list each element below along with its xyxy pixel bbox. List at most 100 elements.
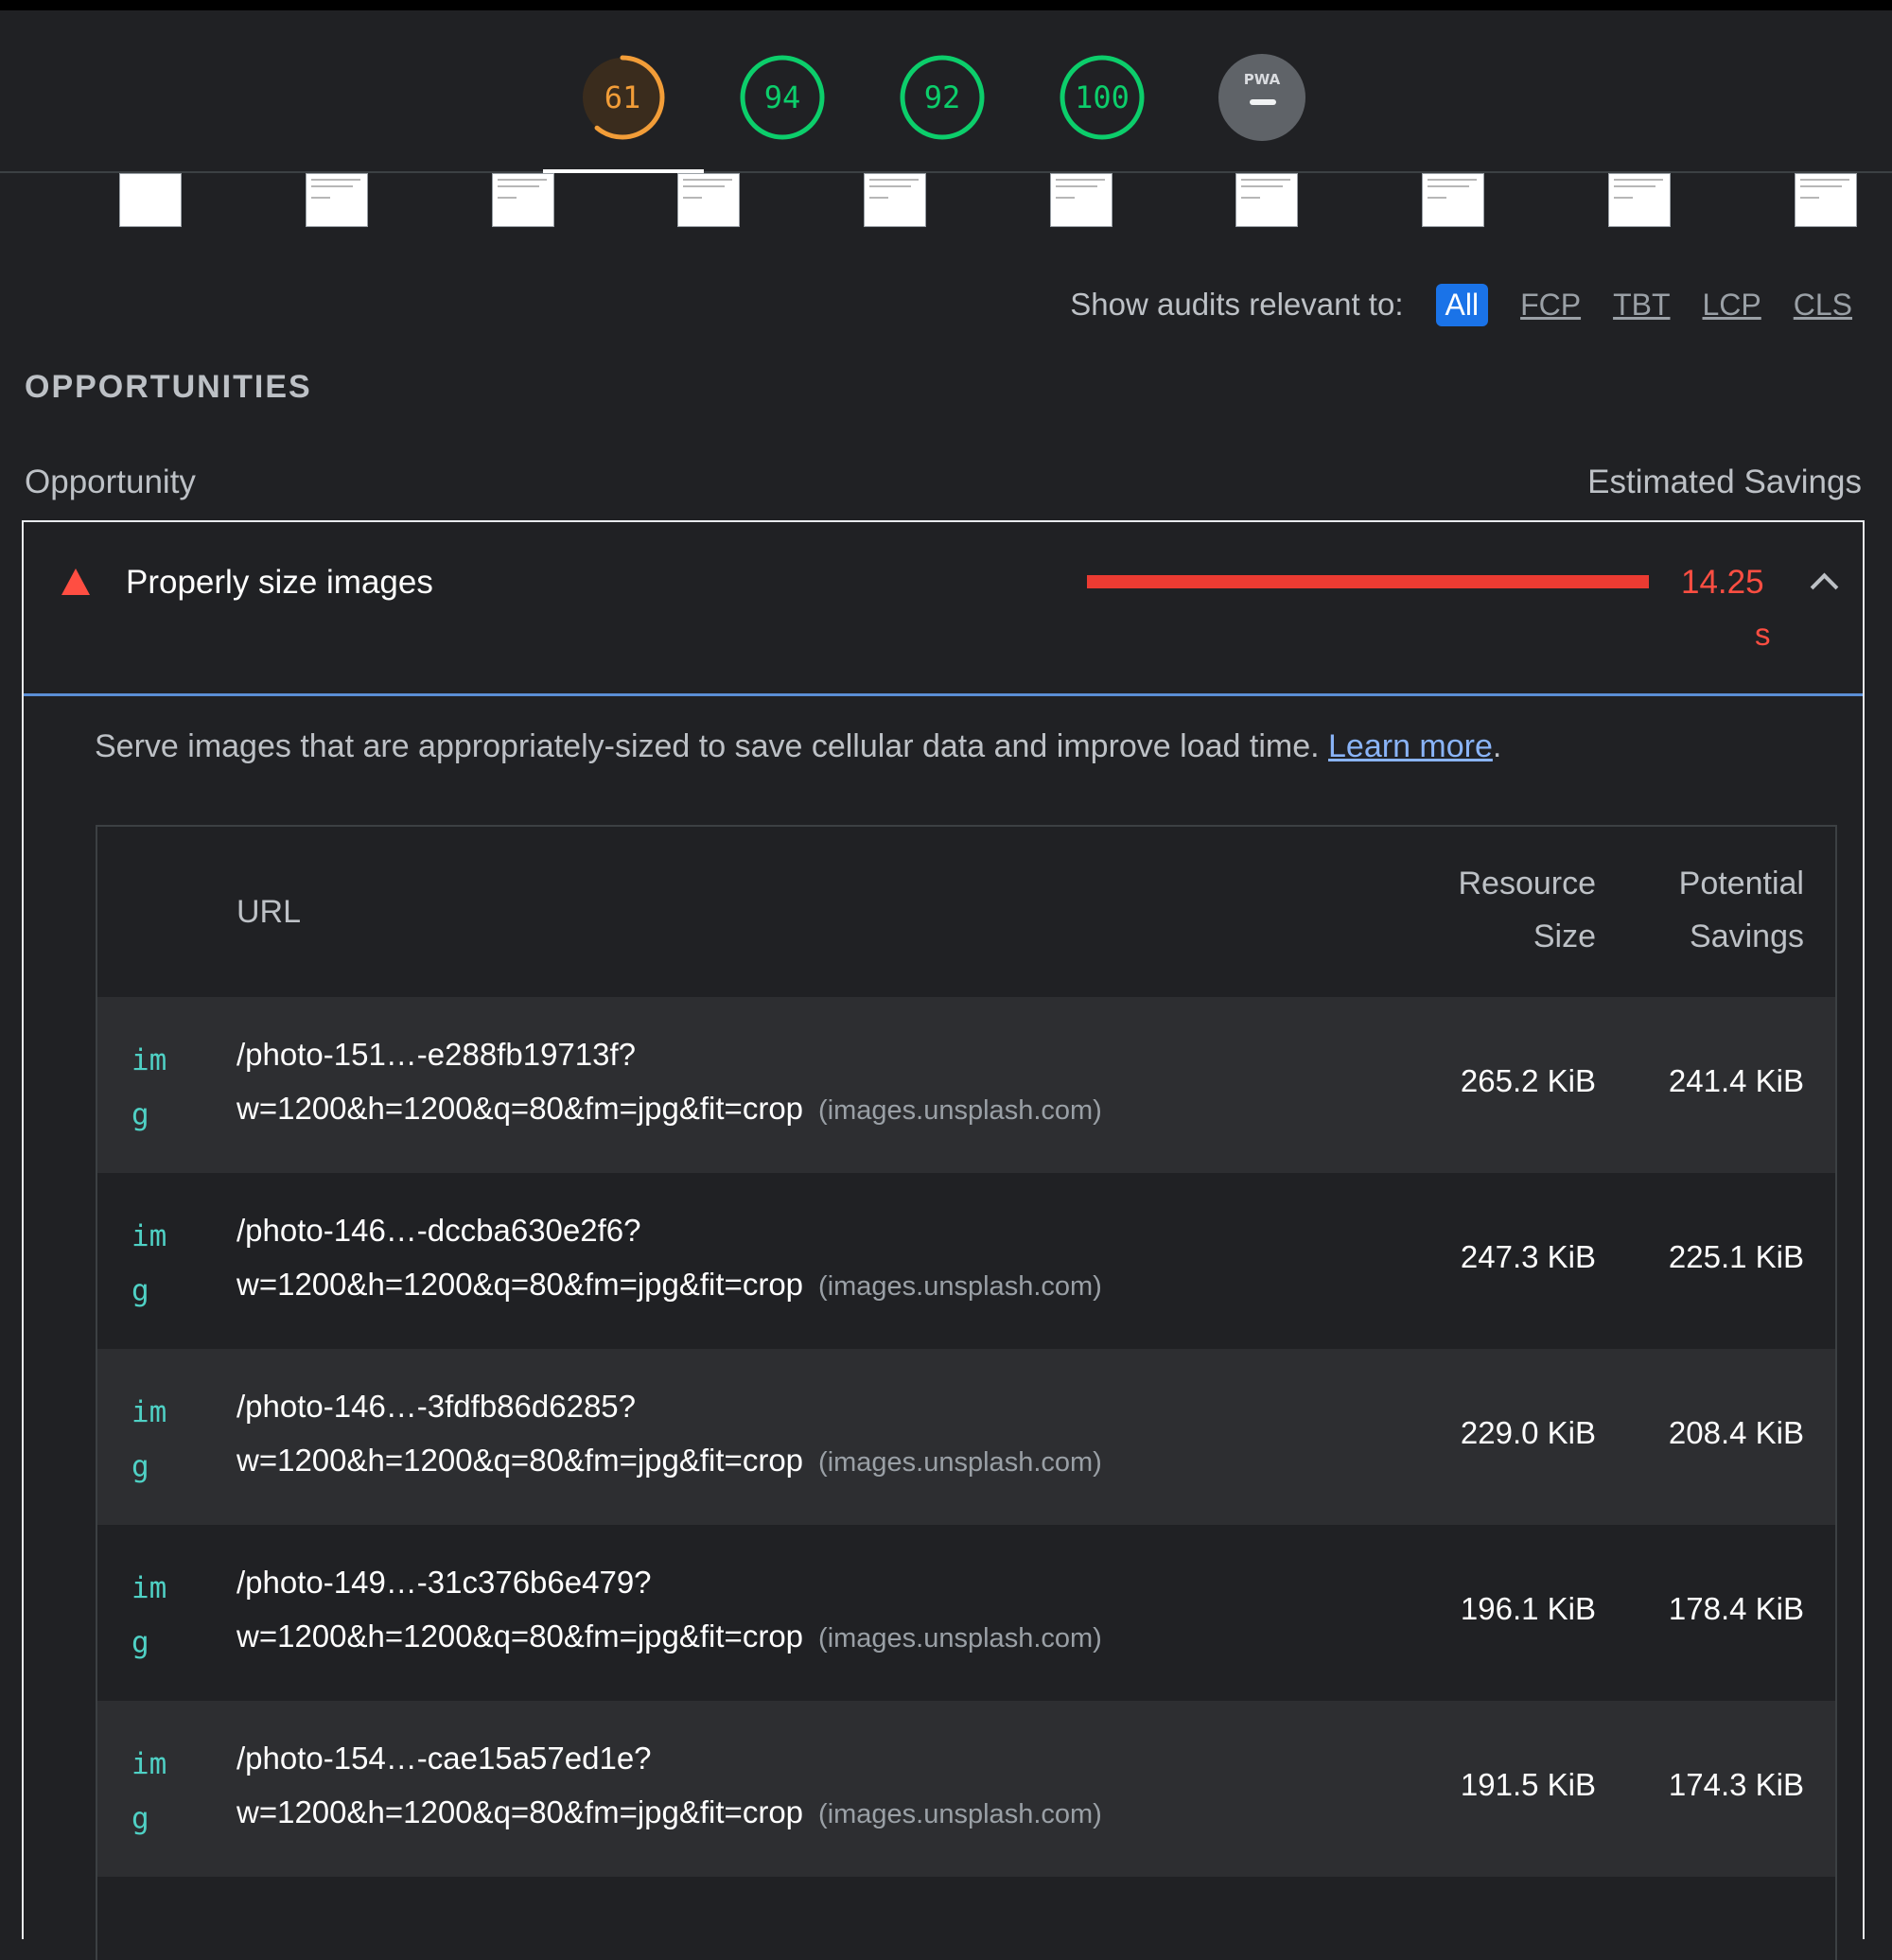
filmstrip-frame xyxy=(1050,173,1112,227)
table-header: URL Resource Size Potential Savings xyxy=(97,827,1835,997)
filter-label: Show audits relevant to: xyxy=(1070,287,1404,322)
window-top-edge xyxy=(0,0,1892,10)
row-url-host: (images.unsplash.com) xyxy=(818,1447,1102,1478)
resource-type-line2: g xyxy=(131,1802,149,1836)
row-url-query-text: w=1200&h=1200&q=80&fm=jpg&fit=crop xyxy=(236,1794,804,1829)
resource-type-line1: im xyxy=(131,1747,167,1781)
table-row[interactable]: im g /photo-151…-e288fb19713f? w=1200&h=1… xyxy=(97,997,1835,1173)
description-text: Serve images that are appropriately-size… xyxy=(95,728,1320,764)
gauge-seo[interactable]: 100 xyxy=(1059,54,1146,141)
resource-size-header-line2: Size xyxy=(1533,919,1596,954)
row-url-path[interactable]: /photo-149…-31c376b6e479? xyxy=(236,1565,652,1601)
resource-size-header-line1: Resource xyxy=(1458,866,1596,901)
resource-type-line2: g xyxy=(131,1450,149,1484)
estimated-savings-column-header: Estimated Savings xyxy=(1587,464,1862,500)
row-url-query: w=1200&h=1200&q=80&fm=jpg&fit=crop (image… xyxy=(236,1267,1102,1303)
fail-triangle-icon xyxy=(61,569,90,595)
row-resource-size: 191.5 KiB xyxy=(1460,1767,1596,1802)
url-column-header: URL xyxy=(236,894,302,930)
row-potential-savings: 225.1 KiB xyxy=(1668,1239,1804,1274)
row-url-path[interactable]: /photo-151…-e288fb19713f? xyxy=(236,1037,636,1073)
savings-bar xyxy=(1087,575,1649,588)
audit-header[interactable]: Properly size images 14.25 s xyxy=(24,522,1863,696)
filmstrip-frame xyxy=(1608,173,1671,227)
row-url-path[interactable]: /photo-146…-3fdfb86d6285? xyxy=(236,1389,636,1425)
row-url-query-text: w=1200&h=1200&q=80&fm=jpg&fit=crop xyxy=(236,1267,804,1302)
table-row[interactable]: im g /photo-149…-31c376b6e479? w=1200&h=1… xyxy=(97,1525,1835,1701)
gauge-best-practices-score: 92 xyxy=(923,79,961,115)
details-table: URL Resource Size Potential Savings im g … xyxy=(96,825,1837,1960)
audit-title: Properly size images xyxy=(126,564,433,601)
score-gauges-bar: 61 94 92 100 PWA xyxy=(0,10,1892,173)
filmstrip-frame xyxy=(306,173,368,227)
audit-filter: Show audits relevant to: All FCP TBT LCP… xyxy=(1070,283,1852,326)
row-url-query-text: w=1200&h=1200&q=80&fm=jpg&fit=crop xyxy=(236,1443,804,1478)
row-potential-savings: 208.4 KiB xyxy=(1668,1415,1804,1450)
resource-type-line1: im xyxy=(131,1219,167,1253)
savings-value: 14.25 xyxy=(1681,564,1764,601)
savings-unit: s xyxy=(1755,617,1771,652)
resource-type-line1: im xyxy=(131,1043,167,1077)
row-resource-size: 229.0 KiB xyxy=(1460,1415,1596,1450)
filter-chip-fcp[interactable]: FCP xyxy=(1520,288,1581,323)
resource-type: im g xyxy=(131,1737,179,1846)
table-row[interactable]: im g /photo-146…-3fdfb86d6285? w=1200&h=1… xyxy=(97,1349,1835,1525)
row-url-path[interactable]: /photo-154…-cae15a57ed1e? xyxy=(236,1741,652,1776)
gauge-pwa[interactable]: PWA xyxy=(1218,54,1305,141)
row-resource-size: 247.3 KiB xyxy=(1460,1239,1596,1274)
resource-type-line1: im xyxy=(131,1571,167,1605)
gauge-seo-score: 100 xyxy=(1075,79,1130,115)
table-row-partial xyxy=(97,1877,1835,1934)
filmstrip-frame xyxy=(677,173,740,227)
resource-size-column-header: Resource Size xyxy=(1458,857,1596,963)
audit-description: Serve images that are appropriately-size… xyxy=(95,728,1501,765)
row-url-query-text: w=1200&h=1200&q=80&fm=jpg&fit=crop xyxy=(236,1091,804,1126)
gauge-best-practices[interactable]: 92 xyxy=(899,54,986,141)
chevron-up-icon[interactable] xyxy=(1810,572,1839,602)
table-row[interactable]: im g /photo-146…-dccba630e2f6? w=1200&h=1… xyxy=(97,1173,1835,1349)
row-potential-savings: 178.4 KiB xyxy=(1668,1591,1804,1626)
pwa-dash-icon xyxy=(1250,99,1276,105)
row-url-query: w=1200&h=1200&q=80&fm=jpg&fit=crop (image… xyxy=(236,1091,1102,1127)
resource-type: im g xyxy=(131,1033,179,1143)
filmstrip-frame xyxy=(1235,173,1298,227)
audit-properly-size-images: Properly size images 14.25 s Serve image… xyxy=(22,520,1865,1960)
learn-more-link[interactable]: Learn more xyxy=(1328,728,1493,764)
gauge-performance[interactable]: 61 xyxy=(579,54,666,141)
gauge-accessibility-score: 94 xyxy=(763,79,801,115)
resource-type-line2: g xyxy=(131,1098,149,1132)
row-url-host: (images.unsplash.com) xyxy=(818,1095,1102,1126)
filmstrip-frame xyxy=(1422,173,1484,227)
description-period: . xyxy=(1492,728,1502,764)
filter-chip-lcp[interactable]: LCP xyxy=(1703,288,1761,323)
potential-savings-header-line2: Savings xyxy=(1690,919,1804,954)
pwa-label: PWA xyxy=(1243,71,1281,88)
filmstrip-frame xyxy=(492,173,554,227)
gauge-accessibility[interactable]: 94 xyxy=(739,54,826,141)
row-url-query-text: w=1200&h=1200&q=80&fm=jpg&fit=crop xyxy=(236,1619,804,1654)
section-title: OPPORTUNITIES xyxy=(25,369,312,405)
row-url-host: (images.unsplash.com) xyxy=(818,1799,1102,1829)
row-url-host: (images.unsplash.com) xyxy=(818,1271,1102,1302)
row-potential-savings: 174.3 KiB xyxy=(1668,1767,1804,1802)
filmstrip-frame xyxy=(119,173,182,227)
resource-type: im g xyxy=(131,1385,179,1495)
resource-type-line2: g xyxy=(131,1626,149,1660)
row-url-query: w=1200&h=1200&q=80&fm=jpg&fit=crop (image… xyxy=(236,1619,1102,1654)
resource-type: im g xyxy=(131,1209,179,1319)
potential-savings-column-header: Potential Savings xyxy=(1679,857,1804,963)
row-potential-savings: 241.4 KiB xyxy=(1668,1063,1804,1098)
resource-type: im g xyxy=(131,1561,179,1671)
table-row[interactable]: im g /photo-154…-cae15a57ed1e? w=1200&h=1… xyxy=(97,1701,1835,1877)
row-url-path[interactable]: /photo-146…-dccba630e2f6? xyxy=(236,1213,641,1249)
filter-chip-cls[interactable]: CLS xyxy=(1794,288,1852,323)
resource-type-line1: im xyxy=(131,1395,167,1429)
filmstrip-frame xyxy=(1795,173,1857,227)
gauge-performance-score: 61 xyxy=(604,79,641,115)
gauge-pwa-badge xyxy=(1218,54,1305,141)
row-url-host: (images.unsplash.com) xyxy=(818,1623,1102,1654)
row-url-query: w=1200&h=1200&q=80&fm=jpg&fit=crop (image… xyxy=(236,1794,1102,1830)
filmstrip-frame xyxy=(864,173,926,227)
filter-chip-tbt[interactable]: TBT xyxy=(1613,288,1670,323)
filter-chip-all[interactable]: All xyxy=(1435,283,1489,326)
